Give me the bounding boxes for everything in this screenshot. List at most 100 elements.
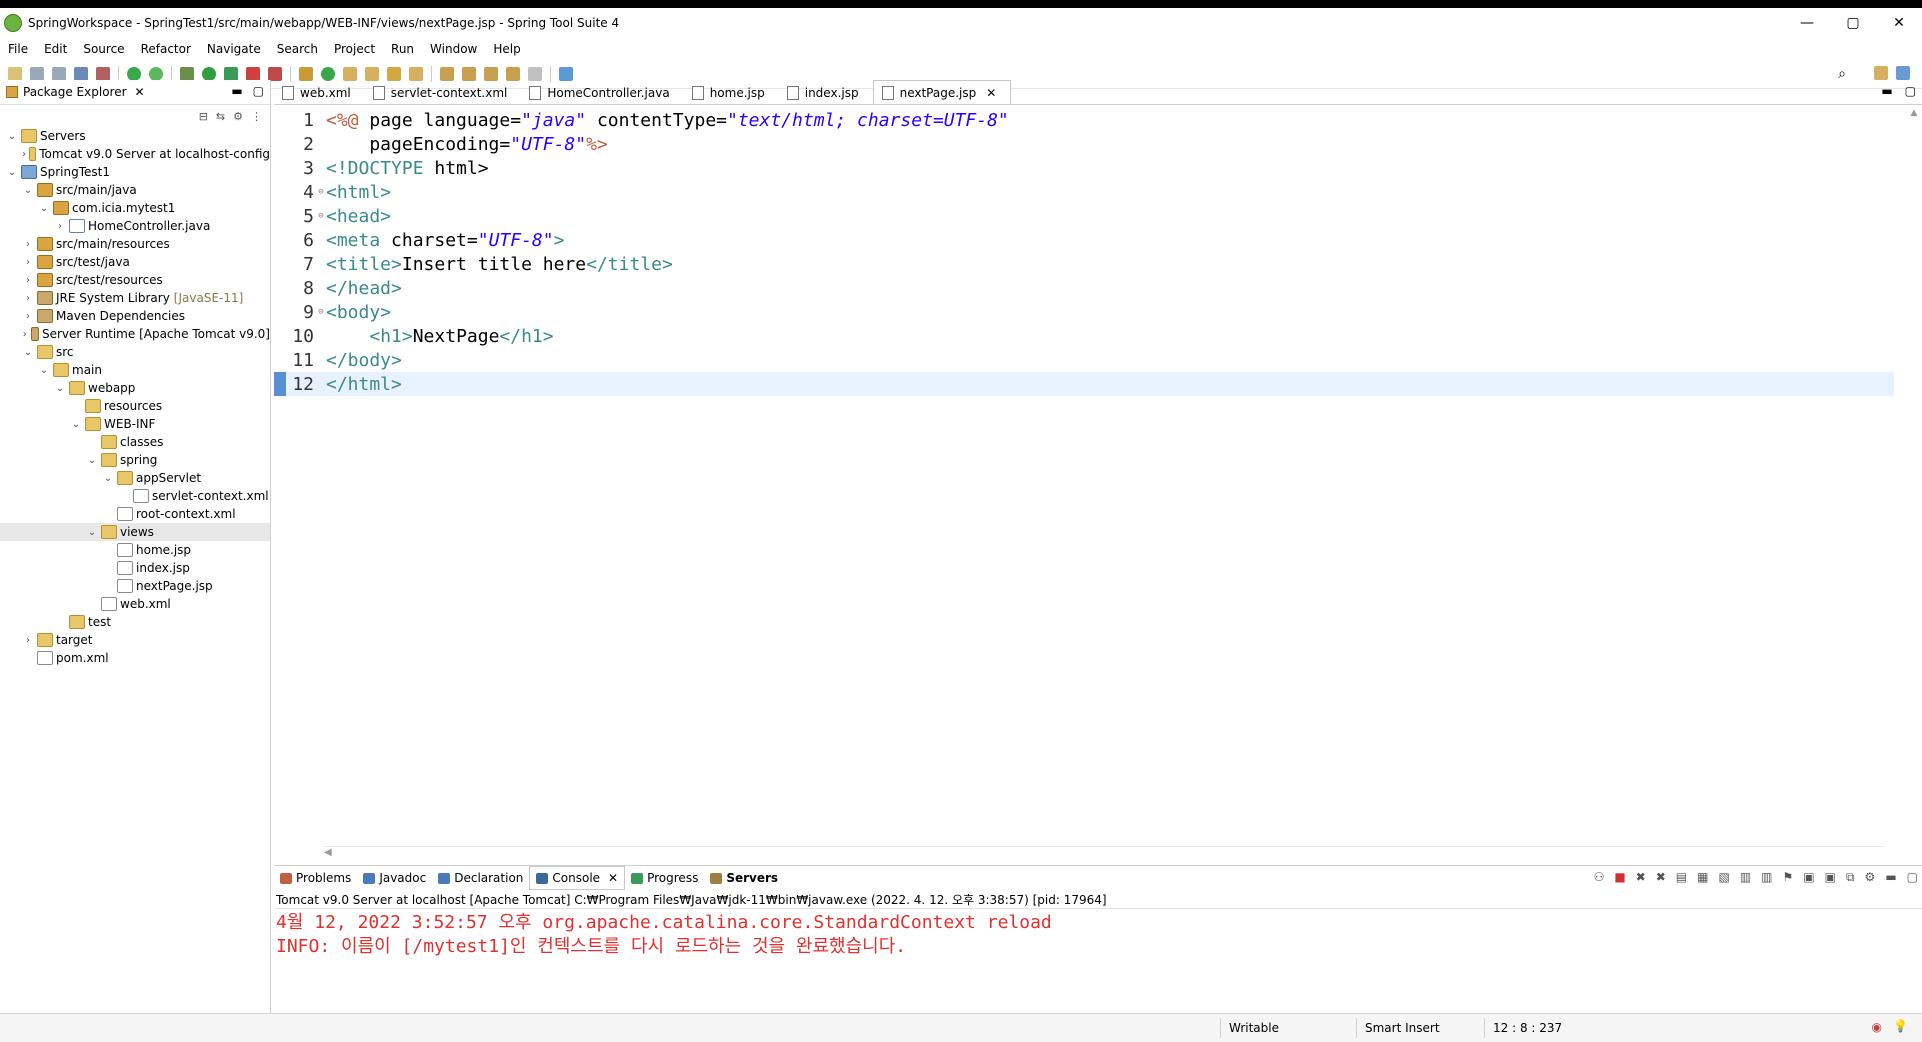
close-button[interactable]: ✕ <box>1876 8 1922 38</box>
code-line[interactable]: 5 ⊖ <head> <box>274 204 1894 228</box>
expand-toggle-icon[interactable]: ⌄ <box>102 473 114 484</box>
close-icon[interactable]: ✕ <box>135 85 145 99</box>
editor-tab[interactable]: HomeController.java <box>521 82 683 104</box>
code-line[interactable]: 9 ⊖ <body> <box>274 300 1894 324</box>
tree-item[interactable]: › Tomcat v9.0 Server at localhost-config <box>0 145 270 163</box>
tree-item[interactable]: › src/test/java <box>0 253 270 271</box>
tree-item[interactable]: ⌄ WEB-INF <box>0 415 270 433</box>
open-task-icon[interactable] <box>365 67 379 81</box>
expand-toggle-icon[interactable]: ⌄ <box>54 383 66 394</box>
menu-help[interactable]: Help <box>485 42 528 56</box>
expand-toggle-icon[interactable]: › <box>22 149 26 160</box>
console-tab[interactable]: Servers <box>704 867 784 889</box>
collapse-all-icon[interactable]: ⊟ <box>199 110 208 123</box>
code-line[interactable]: 11 </body> <box>274 348 1894 372</box>
expand-toggle-icon[interactable]: › <box>22 275 34 286</box>
menu-search[interactable]: Search <box>269 42 326 56</box>
fold-icon[interactable]: ⊖ <box>316 187 326 197</box>
tree-item[interactable]: resources <box>0 397 270 415</box>
vertical-scrollbar[interactable]: ▲ <box>1906 108 1922 848</box>
expand-toggle-icon[interactable]: › <box>22 329 28 340</box>
tip-icon[interactable]: 💡 <box>1893 1019 1908 1033</box>
expand-toggle-icon[interactable]: › <box>22 635 34 646</box>
expand-toggle-icon[interactable]: › <box>22 293 34 304</box>
maximize-icon[interactable]: ▢ <box>253 84 264 98</box>
menu-window[interactable]: Window <box>422 42 485 56</box>
expand-toggle-icon[interactable]: ⌄ <box>22 185 34 196</box>
open-type-icon[interactable] <box>343 67 357 81</box>
expand-toggle-icon[interactable]: › <box>22 239 34 250</box>
tree-item[interactable]: › Server Runtime [Apache Tomcat v9.0] <box>0 325 270 343</box>
show-stderr-icon[interactable]: ▥ <box>1761 870 1772 885</box>
terminal-icon[interactable] <box>74 67 88 81</box>
tree-item[interactable]: › target <box>0 631 270 649</box>
tree-item[interactable]: ⌄ main <box>0 361 270 379</box>
tree-item[interactable]: ⌄ SpringTest1 <box>0 163 270 181</box>
expand-toggle-icon[interactable]: ⌄ <box>86 527 98 538</box>
spring-refresh-icon[interactable] <box>149 67 163 81</box>
scroll-up-icon[interactable]: ▲ <box>1906 108 1922 118</box>
minimize-icon[interactable]: ▬ <box>231 84 242 98</box>
tree-item[interactable]: nextPage.jsp <box>0 577 270 595</box>
tree-item[interactable]: home.jsp <box>0 541 270 559</box>
word-wrap-icon[interactable]: ▧ <box>1718 870 1729 885</box>
code-line[interactable]: 2 pageEncoding="UTF-8"%> <box>274 132 1894 156</box>
display-console-icon[interactable]: ▣ <box>1803 870 1814 885</box>
tree-item[interactable]: root-context.xml <box>0 505 270 523</box>
expand-toggle-icon[interactable]: ⌄ <box>38 365 50 376</box>
tree-item[interactable]: pom.xml <box>0 649 270 667</box>
code-line[interactable]: 1 <%@ page language="java" contentType="t… <box>274 108 1894 132</box>
menu-edit[interactable]: Edit <box>36 42 75 56</box>
expand-toggle-icon[interactable]: ⌄ <box>6 131 18 142</box>
expand-toggle-icon[interactable]: ⌄ <box>70 419 82 430</box>
code-line[interactable]: 6 <meta charset="UTF-8"> <box>274 228 1894 252</box>
menu-source[interactable]: Source <box>75 42 132 56</box>
horizontal-scrollbar[interactable]: ◀ <box>324 846 1884 859</box>
minimize-button[interactable]: — <box>1784 8 1830 38</box>
console-tab[interactable]: Progress <box>625 867 704 889</box>
new-icon[interactable] <box>8 67 22 81</box>
stop-icon[interactable] <box>246 67 260 81</box>
tree-item[interactable]: test <box>0 613 270 631</box>
menu-file[interactable]: File <box>0 42 36 56</box>
menu-navigate[interactable]: Navigate <box>199 42 269 56</box>
editor-tab[interactable]: home.jsp <box>684 82 779 104</box>
expand-toggle-icon[interactable]: ⌄ <box>38 203 50 214</box>
code-line[interactable]: 4 ⊖ <html> <box>274 180 1894 204</box>
tree-item[interactable]: › Maven Dependencies <box>0 307 270 325</box>
last-edit-icon[interactable] <box>484 67 498 81</box>
console-tab[interactable]: Javadoc <box>357 867 432 889</box>
menu-refactor[interactable]: Refactor <box>133 42 199 56</box>
settings-icon[interactable]: ⚙ <box>1865 870 1876 885</box>
tree-item[interactable]: ⌄ com.icia.mytest1 <box>0 199 270 217</box>
minimize-icon[interactable]: ▬ <box>1881 84 1892 98</box>
pin-console-icon[interactable]: ⚑ <box>1783 870 1794 885</box>
minimize-icon[interactable]: ▬ <box>1885 870 1896 885</box>
new-class-icon[interactable] <box>321 67 335 81</box>
expand-toggle-icon[interactable]: ⌄ <box>22 347 34 358</box>
fold-icon[interactable]: ⊖ <box>316 211 326 221</box>
save-all-icon[interactable] <box>52 67 66 81</box>
terminate-icon[interactable]: ■ <box>1614 870 1625 885</box>
tree-item[interactable]: ⌄ src <box>0 343 270 361</box>
console-output[interactable]: 4월 12, 2022 3:52:57 오후 org.apache.catali… <box>274 909 1922 957</box>
expand-toggle-icon[interactable]: ⌄ <box>86 455 98 466</box>
code-line[interactable]: 10 <h1>NextPage</h1> <box>274 324 1894 348</box>
open-console-icon[interactable]: ⚇ <box>1594 870 1605 885</box>
editor-tab[interactable]: index.jsp <box>779 82 873 104</box>
show-stdout-icon[interactable]: ▥ <box>1740 870 1751 885</box>
tree-item[interactable]: web.xml <box>0 595 270 613</box>
new-package-icon[interactable] <box>299 67 313 81</box>
tree-item[interactable]: › JRE System Library [JavaSE-11] <box>0 289 270 307</box>
scroll-lock-icon[interactable]: ▦ <box>1697 870 1708 885</box>
scroll-left-icon[interactable]: ◀ <box>324 847 332 858</box>
view-menu-icon[interactable]: ⋮ <box>251 110 262 123</box>
coverage-icon[interactable] <box>224 67 238 81</box>
pin-editor-icon[interactable] <box>559 67 573 81</box>
new-console-icon[interactable]: ▣ <box>1825 870 1836 885</box>
expand-toggle-icon[interactable]: › <box>22 311 34 322</box>
tree-item[interactable]: ⌄ views <box>0 523 270 541</box>
previous-annotation-icon[interactable] <box>462 67 476 81</box>
search-tool-icon[interactable] <box>387 67 401 81</box>
console-tab[interactable]: Console ✕ <box>529 866 626 890</box>
